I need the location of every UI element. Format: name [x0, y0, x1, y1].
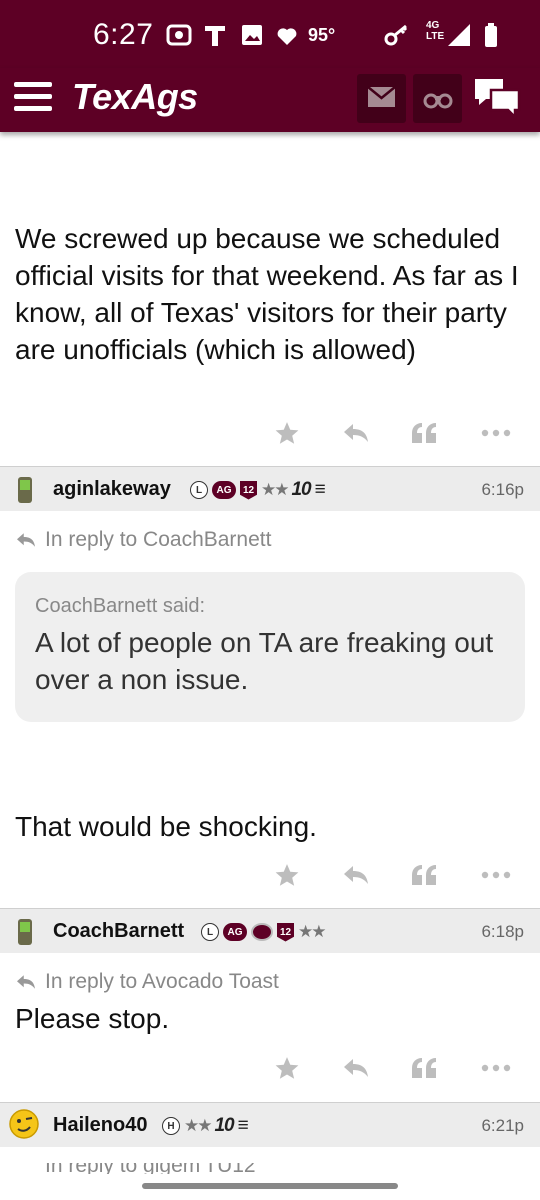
quote-text: A lot of people on TA are freaking out o… [35, 627, 494, 695]
heart-icon [277, 28, 297, 45]
badge-stars: ★★ [261, 480, 290, 499]
battery-icon [485, 23, 497, 47]
gallery-icon [242, 25, 262, 45]
reply-icon[interactable] [336, 413, 376, 453]
badge-12th-man: 12 [277, 922, 294, 942]
post-time: 6:16p [481, 480, 524, 499]
reply-to-link[interactable]: In reply to Avocado Toast [15, 970, 279, 994]
badge-ag: AG [223, 923, 247, 941]
status-bar: 6:27 95° 4G LTE [0, 0, 540, 68]
helmet-icon [251, 923, 273, 941]
badge-stars: ★★ [298, 922, 327, 941]
menu-icon[interactable] [14, 82, 52, 112]
post-body: Please stop. [15, 1003, 170, 1034]
post-actions [0, 855, 540, 895]
post-time: 6:21p [481, 1116, 524, 1135]
post-header: aginlakeway L AG 12 ★★ 10 ≡ 6:16p [0, 466, 540, 511]
post-username[interactable]: Haileno40 [53, 1114, 147, 1137]
reply-arrow-icon [17, 533, 35, 547]
app-bar: TexAgs [0, 68, 540, 132]
reply-to-text: In reply to CoachBarnett [45, 528, 272, 551]
reply-to-link[interactable]: In reply to gigem'TU12 [15, 1163, 256, 1174]
tmobile-icon [205, 26, 225, 46]
reply-to-text: In reply to gigem'TU12 [15, 1163, 256, 1174]
quote-block: CoachBarnett said: A lot of people on TA… [15, 572, 525, 722]
post-header: Haileno40 H ★★ 10 ≡ 6:21p [0, 1102, 540, 1147]
more-icon[interactable] [476, 855, 516, 895]
avatar[interactable] [14, 476, 36, 504]
badge-l: L [190, 481, 208, 499]
gesture-bar[interactable] [142, 1183, 398, 1189]
badge-l: L [201, 923, 219, 941]
post-header: CoachBarnett L AG 12 ★★ 6:18p [0, 908, 540, 953]
signal-icon [448, 24, 470, 46]
more-icon[interactable] [476, 1048, 516, 1088]
envelope-icon [367, 86, 396, 107]
more-icon[interactable] [476, 413, 516, 453]
watch-button[interactable] [413, 74, 462, 123]
star-icon[interactable] [267, 413, 307, 453]
badge-10-lines-icon: ≡ [314, 479, 326, 500]
user-badges: H ★★ 10 ≡ [162, 1115, 249, 1137]
key-icon [384, 24, 408, 46]
badge-h: H [162, 1117, 180, 1135]
emoji-avatar[interactable] [8, 1108, 40, 1140]
badge-10: 10 [291, 479, 311, 500]
quote-icon[interactable] [404, 1048, 444, 1088]
quote-source: CoachBarnett said: [35, 595, 206, 617]
badge-10: 10 [214, 1115, 234, 1136]
quote-icon[interactable] [404, 855, 444, 895]
badge-stars: ★★ [184, 1116, 213, 1135]
reply-arrow-icon [17, 975, 35, 989]
post-actions [0, 1048, 540, 1088]
badge-ag: AG [212, 481, 236, 499]
post-actions [0, 413, 540, 453]
post-username[interactable]: CoachBarnett [53, 920, 184, 943]
status-temperature: 95° [308, 25, 336, 45]
brand-logo[interactable]: TexAgs [72, 76, 198, 118]
hotspot-icon [166, 24, 192, 46]
reply-to-link[interactable]: In reply to CoachBarnett [15, 528, 271, 552]
badge-10-lines-icon: ≡ [237, 1115, 249, 1136]
star-icon[interactable] [267, 855, 307, 895]
reply-icon[interactable] [336, 855, 376, 895]
star-icon[interactable] [267, 1048, 307, 1088]
user-badges: L AG 12 ★★ 10 ≡ [190, 479, 326, 501]
post-body: We screwed up because we scheduled offic… [15, 223, 519, 365]
post-username[interactable]: aginlakeway [53, 478, 171, 501]
reply-icon[interactable] [336, 1048, 376, 1088]
status-time: 6:27 [93, 18, 154, 51]
reply-to-text: In reply to Avocado Toast [45, 970, 279, 993]
binoculars-icon [423, 93, 453, 109]
quote-icon[interactable] [404, 413, 444, 453]
network-type: 4G LTE [426, 20, 445, 42]
messages-button[interactable] [357, 74, 406, 123]
user-badges: L AG 12 ★★ [201, 921, 327, 943]
post-body: That would be shocking. [15, 811, 317, 842]
badge-12th-man: 12 [240, 480, 257, 500]
avatar[interactable] [14, 918, 36, 946]
chat-icon[interactable] [472, 76, 522, 120]
post-time: 6:18p [481, 922, 524, 941]
